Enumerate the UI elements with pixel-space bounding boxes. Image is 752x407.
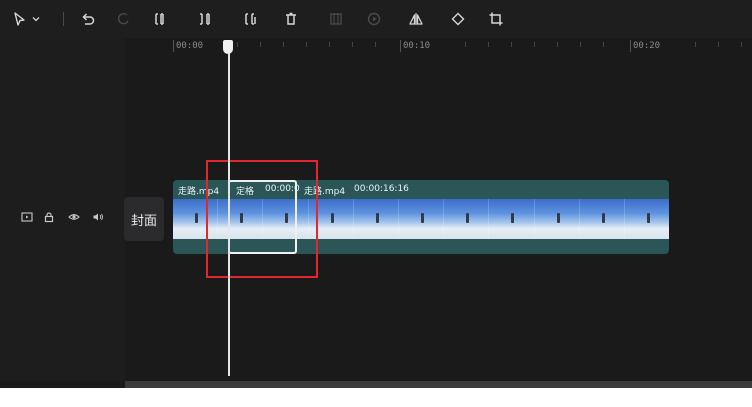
thumbnail [353,199,399,239]
video-track-icon[interactable] [20,210,34,224]
undo-icon[interactable] [78,9,98,29]
ruler-tick [260,42,261,47]
ruler-label: 00:10 [403,41,431,51]
ruler-label: 00:00 [176,41,204,51]
playhead-handle[interactable] [223,40,233,54]
redo-icon[interactable] [114,9,134,29]
split-left-icon[interactable] [195,9,215,29]
ruler-tick [630,40,631,52]
ruler-tick [557,42,558,47]
ruler-tick [400,40,401,52]
split-icon[interactable] [150,9,170,29]
ruler-tick [718,42,719,47]
ruler-tick [237,42,238,47]
ruler-tick [580,42,581,47]
freeze-frame-icon[interactable] [326,9,346,29]
ruler-tick [306,42,307,47]
track-header-panel [0,38,125,382]
ruler-tick [173,40,174,52]
ruler-tick [329,42,330,47]
select-arrow-icon[interactable] [10,9,30,29]
walking-figure [646,213,650,223]
delete-icon[interactable] [281,9,301,29]
walking-figure [375,213,379,223]
clip-duration: 00:00:16:16 [354,184,409,194]
walking-figure [330,213,334,223]
cover-button[interactable]: 封面 [124,197,164,241]
record-icon[interactable] [364,9,384,29]
eye-icon[interactable] [67,210,81,224]
ruler-tick [534,42,535,47]
thumbnail [534,199,580,239]
bottom-strip [0,388,752,407]
ruler-tick [741,42,742,47]
walking-figure [511,213,515,223]
walking-figure [556,213,560,223]
audio-icon[interactable] [91,210,105,224]
time-ruler[interactable]: 00:00 00:10 00:20 [125,38,752,60]
thumbnail [489,199,535,239]
walking-figure [195,213,199,223]
crop-icon[interactable] [486,9,506,29]
timeline-toolbar [0,0,752,39]
highlight-annotation-box [206,160,318,278]
ruler-tick [465,42,466,47]
toolbar-divider [63,12,64,26]
walking-figure [601,213,605,223]
mirror-icon[interactable] [406,9,426,29]
split-right-icon[interactable] [240,9,260,29]
horizontal-scrollbar[interactable] [125,381,752,388]
playhead-line[interactable] [228,50,230,376]
thumbnail [579,199,625,239]
chevron-down-icon[interactable] [30,9,42,29]
ruler-tick [603,42,604,47]
ruler-tick [488,42,489,47]
ruler-label: 00:20 [633,41,661,51]
thumbnail [444,199,490,239]
ruler-tick [511,42,512,47]
ruler-tick [695,42,696,47]
ruler-tick [375,42,376,47]
lock-icon[interactable] [42,210,56,224]
video-editor-timeline: 封面 00:00 00:10 00:20 走路.mp4 定格 00:00:0 走… [0,0,752,407]
ruler-tick [352,42,353,47]
walking-figure [421,213,425,223]
walking-figure [466,213,470,223]
ruler-tick [283,42,284,47]
thumbnail [624,199,669,239]
thumbnail [398,199,445,239]
rotate-icon[interactable] [448,9,468,29]
